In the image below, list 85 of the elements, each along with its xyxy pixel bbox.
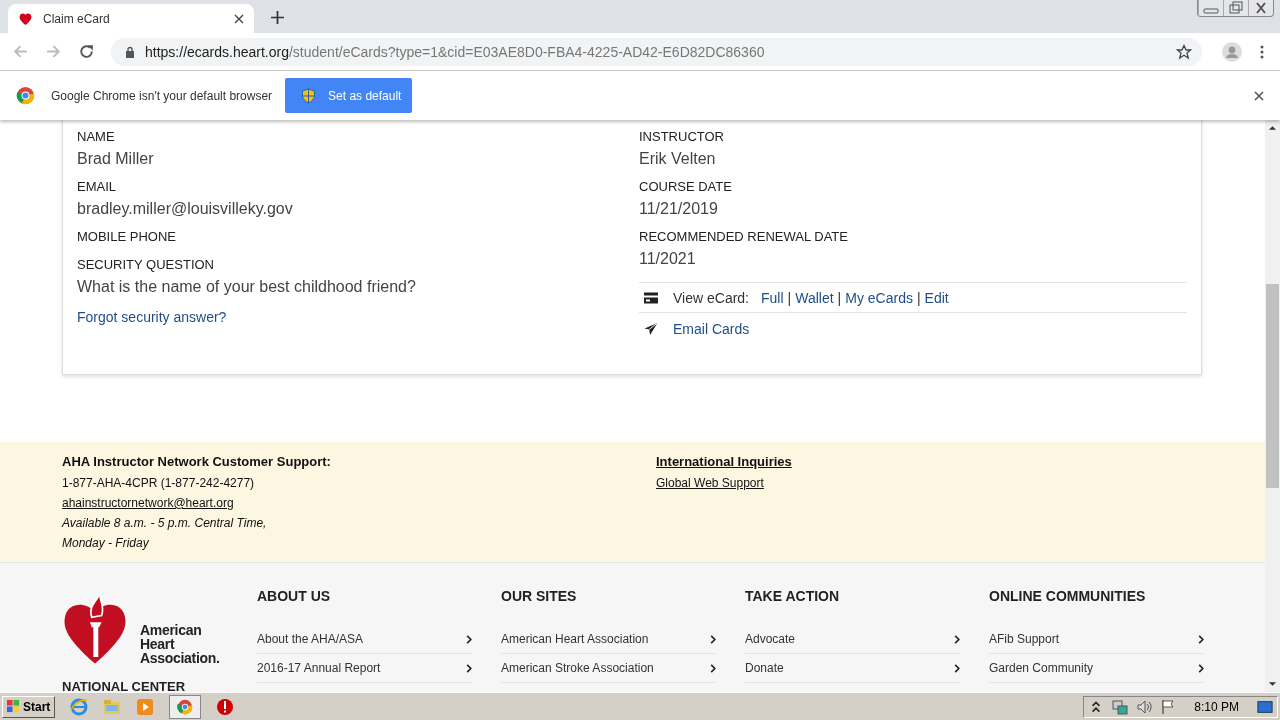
footer-link[interactable]: AFib Support <box>989 625 1204 654</box>
link-separator: | <box>787 289 792 306</box>
field-value: Erik Velten <box>639 149 717 169</box>
reload-icon[interactable] <box>78 43 95 60</box>
field-value: bradley.miller@louisvilleky.gov <box>77 199 294 219</box>
paper-plane-icon <box>644 322 658 335</box>
link-separator: | <box>916 289 921 306</box>
logo-text: American <box>140 623 203 637</box>
url-text: https://ecards.heart.org/student/eCards?type=1&cid=E03AE8D0-FBA4-4225-AD42-E6D82DC86360 <box>145 43 766 60</box>
footer-link[interactable]: Garden Community <box>989 654 1204 683</box>
scrollbar[interactable] <box>1265 120 1280 692</box>
show-desktop-icon[interactable] <box>1257 698 1273 715</box>
close-icon[interactable] <box>234 13 244 24</box>
footer-heading: ONLINE COMMUNITIES <box>989 587 1147 606</box>
card-icon <box>644 291 658 304</box>
speaker-icon[interactable] <box>1136 698 1153 715</box>
close-icon[interactable] <box>1254 90 1264 101</box>
view-ecard-link[interactable]: Edit <box>924 289 949 306</box>
heart-icon <box>18 11 33 26</box>
scroll-up-icon[interactable] <box>1268 124 1277 132</box>
footer-heading: ABOUT US <box>257 587 332 606</box>
menu-icon[interactable] <box>1260 43 1264 60</box>
support-heading: AHA Instructor Network Customer Support: <box>62 454 332 470</box>
chevron-right-icon <box>954 634 960 644</box>
chevron-right-icon <box>710 663 716 673</box>
international-inquiries-link[interactable]: International Inquiries <box>656 454 792 469</box>
link-separator: | <box>837 289 842 306</box>
logo-text: Heart <box>140 637 176 651</box>
support-hours: Available 8 a.m. - 5 p.m. Central Time, <box>62 515 268 532</box>
chrome-icon[interactable] <box>169 694 202 719</box>
chevron-right-icon <box>466 634 472 644</box>
global-support-link[interactable]: Global Web Support <box>656 476 764 490</box>
star-icon[interactable] <box>1176 43 1192 60</box>
tab-title: Claim eCard <box>43 11 111 26</box>
support-phone: 1-877-AHA-4CPR (1-877-242-4277) <box>62 475 256 492</box>
footer-heading: NATIONAL CENTER <box>62 679 187 692</box>
support-hours: Monday - Friday <box>62 535 150 552</box>
footer-link[interactable]: About the AHA/ASA <box>257 625 472 654</box>
chevron-right-icon <box>1198 663 1204 673</box>
browser-tab[interactable]: Claim eCard <box>8 4 254 33</box>
stop-sign-icon[interactable] <box>216 697 235 716</box>
field-label: RECOMMENDED RENEWAL DATE <box>639 228 849 246</box>
field-value: 11/2021 <box>639 249 697 269</box>
support-email-link[interactable]: ahainstructornetwork@heart.org <box>62 496 234 510</box>
field-value: What is the name of your best childhood friend? <box>77 277 417 297</box>
network-icon[interactable] <box>1112 698 1129 715</box>
shield-icon <box>301 87 317 104</box>
set-default-button[interactable]: Set as default <box>285 78 413 113</box>
chrome-logo-icon <box>16 86 35 105</box>
chevron-right-icon <box>1198 634 1204 644</box>
new-tab-icon[interactable] <box>271 11 284 24</box>
view-ecard-link[interactable]: Wallet <box>795 289 834 306</box>
view-ecard-label: View eCard: <box>673 289 749 306</box>
view-ecard-link[interactable]: Full <box>761 289 784 306</box>
footer-link[interactable]: Donate <box>745 654 960 683</box>
scroll-down-icon[interactable] <box>1268 680 1277 688</box>
infobar-message: Google Chrome isn't your default browser <box>51 88 273 103</box>
start-button[interactable]: Start <box>2 695 56 718</box>
profile-icon[interactable] <box>1222 41 1242 62</box>
email-cards-link[interactable]: Email Cards <box>673 320 750 337</box>
footer-link[interactable]: Advocate <box>745 625 960 654</box>
flag-icon[interactable] <box>1160 698 1177 715</box>
clock-text: 8:10 PM <box>1194 699 1239 714</box>
footer-link[interactable]: American Stroke Association <box>501 654 716 683</box>
chevron-right-icon <box>466 663 472 673</box>
view-ecard-link[interactable]: My eCards <box>845 289 913 306</box>
footer-link[interactable]: 2016-17 Annual Report <box>257 654 472 683</box>
field-label: SECURITY QUESTION <box>77 256 215 274</box>
chevron-right-icon <box>954 663 960 673</box>
address-bar[interactable]: https://ecards.heart.org/student/eCards?type=1&cid=E03AE8D0-FBA4-4225-AD42-E6D82DC86360 <box>111 37 1202 66</box>
footer-heading: OUR SITES <box>501 587 578 606</box>
field-label: NAME <box>77 128 116 146</box>
forgot-answer-link[interactable]: Forgot security answer? <box>77 309 227 325</box>
field-label: COURSE DATE <box>639 178 733 196</box>
field-value: Brad Miller <box>77 149 155 169</box>
field-label: EMAIL <box>77 178 117 196</box>
field-value: 11/21/2019 <box>639 199 719 219</box>
chevron-right-icon <box>710 634 716 644</box>
footer-heading: TAKE ACTION <box>745 587 841 606</box>
field-label: INSTRUCTOR <box>639 128 725 146</box>
lock-icon <box>125 45 135 58</box>
field-label: MOBILE PHONE <box>77 228 177 246</box>
logo-text: Association. <box>140 651 220 665</box>
windows-logo-icon <box>7 700 20 713</box>
footer-link[interactable]: American Heart Association <box>501 625 716 654</box>
